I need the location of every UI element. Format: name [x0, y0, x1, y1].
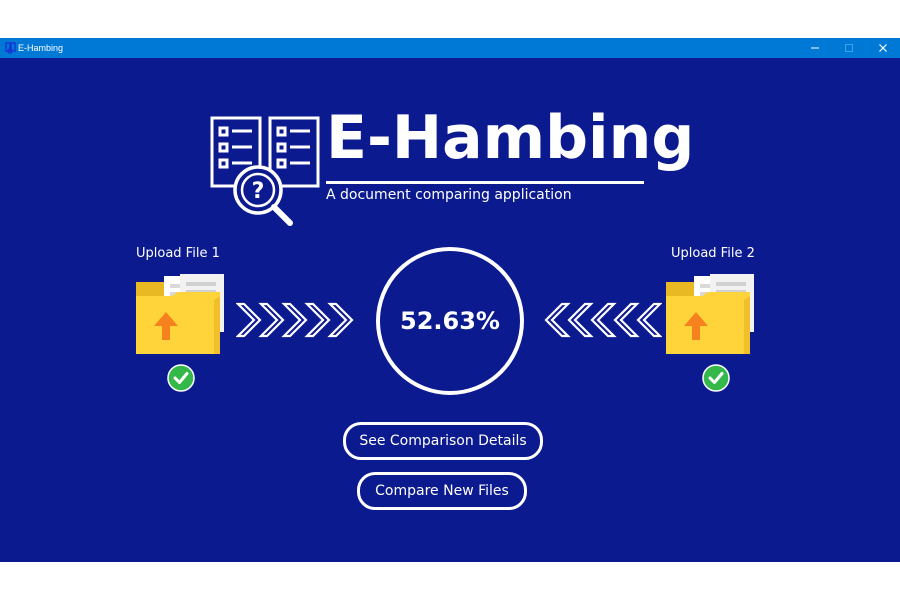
upload-file-1-label: Upload File 1 — [136, 246, 220, 261]
folder-upload-icon[interactable] — [134, 274, 224, 358]
svg-text:?: ? — [252, 179, 265, 204]
check-icon — [702, 364, 730, 392]
app-window: E-Hambing ? E-Hambing A document compari… — [0, 38, 900, 562]
upload-file-2-label: Upload File 2 — [671, 246, 755, 261]
maximize-button[interactable] — [832, 38, 866, 58]
maximize-icon — [845, 44, 853, 52]
compare-new-files-button[interactable]: Compare New Files — [357, 472, 527, 510]
document-search-icon: ? — [210, 116, 320, 226]
similarity-percentage: 52.63% — [400, 307, 500, 335]
app-logo-text: E-Hambing — [326, 103, 695, 173]
close-icon — [879, 44, 887, 52]
app-tagline: A document comparing application — [326, 187, 572, 203]
window-title: E-Hambing — [18, 43, 64, 53]
logo-underline — [326, 181, 644, 184]
chevrons-right-icon — [236, 302, 354, 338]
folder-upload-icon[interactable] — [664, 274, 754, 358]
app-icon — [5, 42, 16, 54]
see-comparison-details-button[interactable]: See Comparison Details — [343, 422, 543, 460]
similarity-result-circle: 52.63% — [376, 247, 524, 395]
minimize-button[interactable] — [798, 38, 832, 58]
check-icon — [167, 364, 195, 392]
minimize-icon — [811, 47, 819, 49]
close-button[interactable] — [866, 38, 900, 58]
title-bar[interactable]: E-Hambing — [0, 38, 900, 58]
chevrons-left-icon — [544, 302, 662, 338]
